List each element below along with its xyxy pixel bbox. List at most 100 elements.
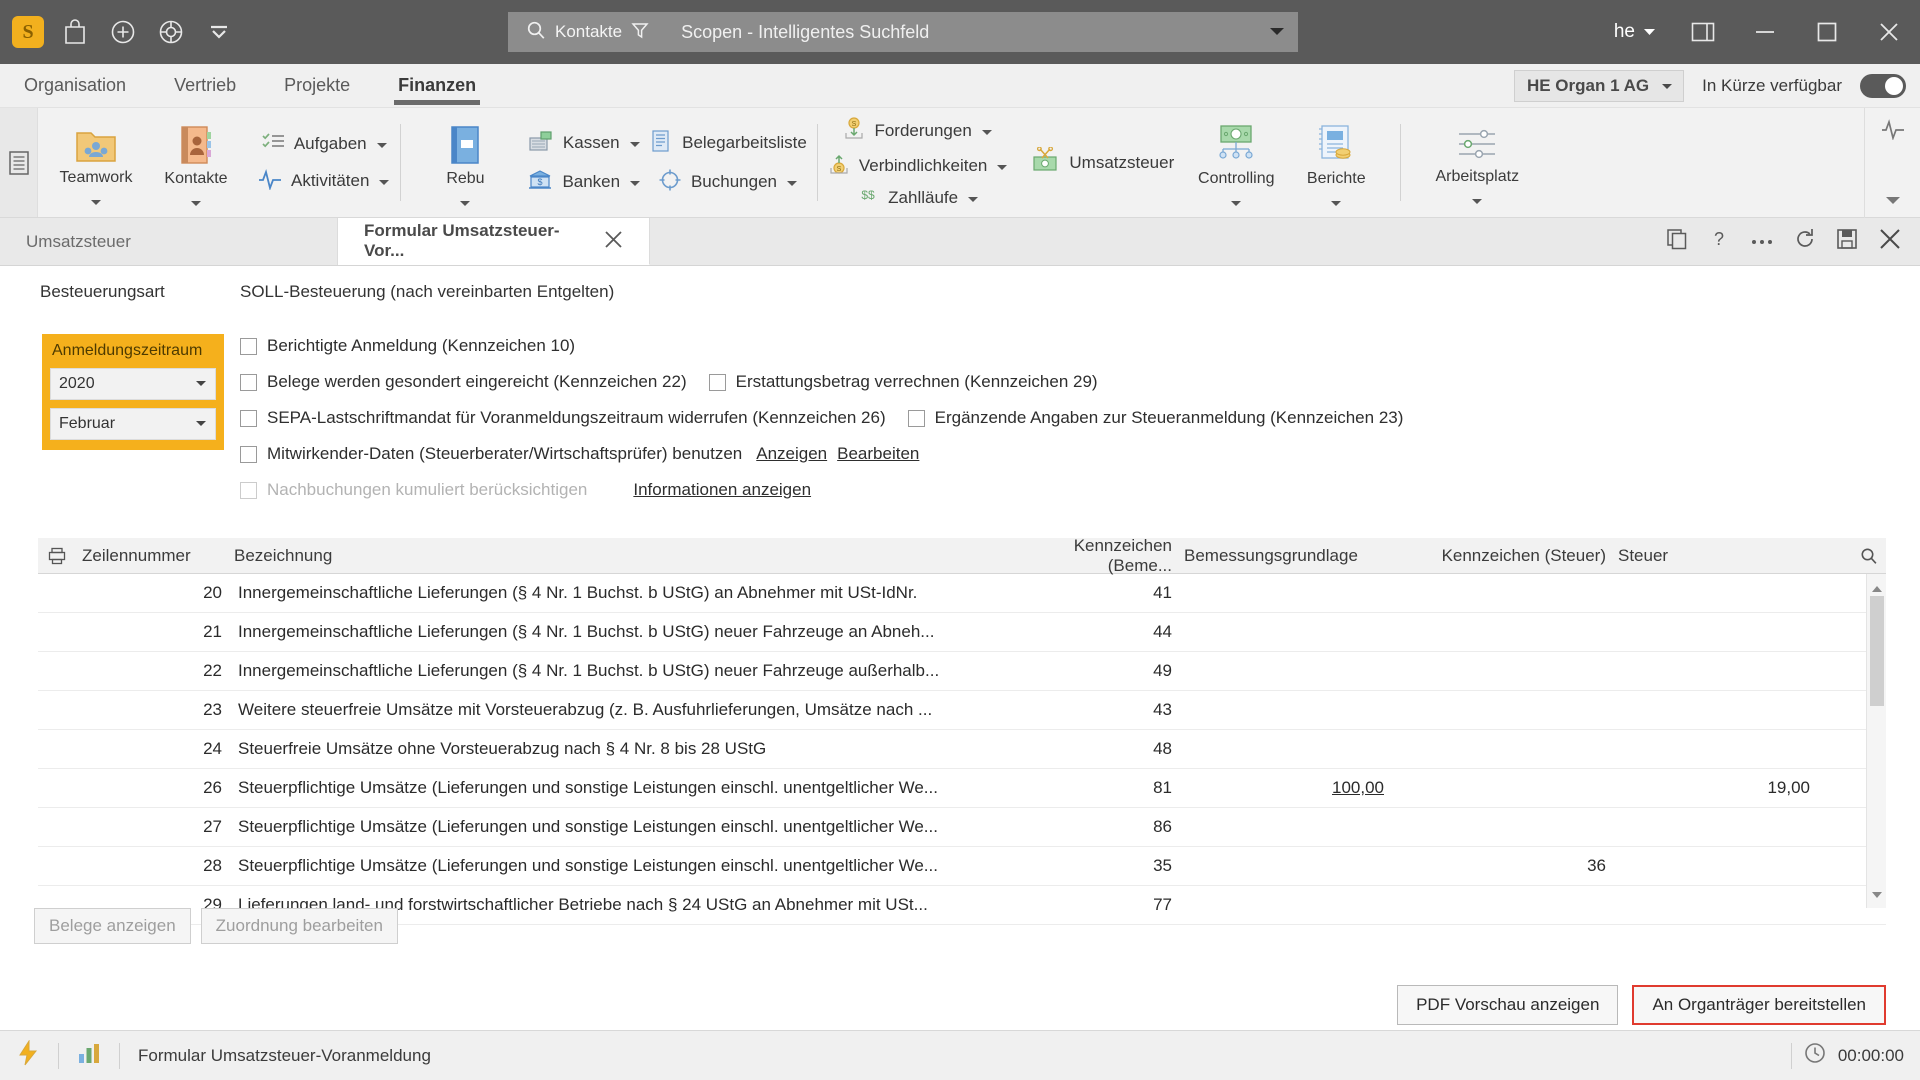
checkbox-erstattungsbetrag-verrechnen[interactable] (708, 373, 726, 391)
chevron-down-icon[interactable] (1330, 192, 1342, 212)
chevron-down-icon[interactable] (786, 172, 798, 192)
chevron-down-icon[interactable] (1471, 190, 1483, 210)
ribbon-item-aktivitaeten[interactable]: Aktivitäten (258, 168, 390, 195)
chevron-down-icon[interactable] (459, 192, 471, 212)
lightning-icon[interactable] (16, 1039, 40, 1071)
column-header-kennzeichen-bemessung[interactable]: Kennzeichen (Beme... (1006, 536, 1178, 576)
ribbon-item-aufgaben[interactable]: Aufgaben (261, 131, 388, 158)
table-row[interactable]: 26 Steuerpflichtige Umsätze (Lieferungen… (38, 769, 1886, 808)
menu-item-projekte[interactable]: Projekte (278, 63, 356, 107)
link-bearbeiten[interactable]: Bearbeiten (837, 444, 919, 464)
global-search-field[interactable]: Kontakte Scopen - Intelligentes Suchfeld (508, 12, 1298, 52)
table-row[interactable]: 23 Weitere steuerfreie Umsätze mit Vorst… (38, 691, 1886, 730)
close-icon[interactable] (1858, 0, 1920, 64)
chevron-down-icon[interactable] (967, 188, 979, 208)
chevron-down-icon[interactable] (190, 192, 202, 212)
scroll-up-icon[interactable] (1871, 578, 1883, 598)
ribbon-button-arbeitsplatz[interactable]: Arbeitsplatz (1417, 115, 1537, 210)
menu-item-organisation[interactable]: Organisation (18, 63, 132, 107)
bar-chart-icon[interactable] (77, 1041, 101, 1070)
table-row[interactable]: 27 Steuerpflichtige Umsätze (Lieferungen… (38, 808, 1886, 847)
cell-bemessungsgrundlage[interactable]: 100,00 (1178, 778, 1426, 798)
double-chevron-down-icon[interactable] (202, 15, 236, 49)
ribbon-button-rebu[interactable]: Rebu (417, 113, 513, 212)
checkbox-row-berichtigte-anmeldung[interactable]: Berichtigte Anmeldung (Kennzeichen 10) (240, 328, 1890, 364)
checkbox-ergaenzende-angaben[interactable] (907, 409, 925, 427)
checkbox-row-belege-gesondert[interactable]: Belege werden gesondert eingereicht (Ken… (240, 364, 1890, 400)
menu-item-vertrieb[interactable]: Vertrieb (168, 63, 242, 107)
chevron-down-icon[interactable] (90, 191, 102, 211)
link-informationen-anzeigen[interactable]: Informationen anzeigen (633, 480, 811, 500)
table-vertical-scrollbar[interactable] (1866, 574, 1886, 908)
ribbon-item-zahllaeufe[interactable]: $$ Zahlläufe (857, 186, 979, 209)
funnel-icon[interactable] (631, 21, 649, 44)
ribbon-item-banken[interactable]: $ Banken (527, 168, 641, 197)
an-organtraeger-bereitstellen-button[interactable]: An Organträger bereitstellen (1632, 985, 1886, 1025)
table-row[interactable]: 20 Innergemeinschaftliche Lieferungen (§… (38, 574, 1886, 613)
ribbon-item-buchungen[interactable]: Buchungen (658, 168, 798, 197)
copy-icon[interactable] (1666, 228, 1688, 255)
search-input-placeholder[interactable]: Scopen - Intelligentes Suchfeld (681, 22, 929, 43)
belege-anzeigen-button[interactable]: Belege anzeigen (34, 908, 191, 944)
search-chevron-down-icon[interactable] (1256, 12, 1298, 52)
tab-formular-umsatzsteuer-voranmeldung[interactable]: Formular Umsatzsteuer-Vor... (338, 218, 650, 265)
table-row[interactable]: 24 Steuerfreie Umsätze ohne Vorsteuerabz… (38, 730, 1886, 769)
table-row[interactable]: 28 Steuerpflichtige Umsätze (Lieferungen… (38, 847, 1886, 886)
chevron-down-icon[interactable] (376, 134, 388, 154)
checkbox-berichtigte-anmeldung[interactable] (240, 337, 257, 355)
save-icon[interactable] (1836, 228, 1858, 255)
maximize-icon[interactable] (1796, 0, 1858, 64)
checkbox-row-sepa-lastschriftmandat[interactable]: SEPA-Lastschriftmandat für Voranmeldungs… (240, 400, 1890, 436)
checkbox-row-ergaenzende-angaben[interactable]: Ergänzende Angaben zur Steueranmeldung (… (907, 408, 1403, 428)
ribbon-item-verbindlichkeiten[interactable]: S Verbindlichkeiten (828, 151, 1009, 180)
checkbox-row-mitwirkender-daten[interactable]: Mitwirkender-Daten (Steuerberater/Wirtsc… (240, 436, 1890, 472)
ribbon-button-berichte[interactable]: Berichte (1288, 113, 1384, 212)
bag-icon[interactable] (58, 15, 92, 49)
chevron-down-icon[interactable] (629, 133, 641, 153)
column-header-zeilennummer[interactable]: Zeilennummer (76, 546, 228, 566)
plus-circle-icon[interactable] (106, 15, 140, 49)
checkbox-belege-gesondert-eingereicht[interactable] (240, 373, 257, 391)
ribbon-item-belegarbeitsliste[interactable]: Belegarbeitsliste (649, 129, 807, 158)
chevron-down-icon[interactable] (981, 121, 993, 141)
checkbox-row-erstattungsbetrag[interactable]: Erstattungsbetrag verrechnen (Kennzeiche… (708, 372, 1098, 392)
checkbox-mitwirkender-daten-benutzen[interactable] (240, 445, 257, 463)
refresh-icon[interactable] (1794, 228, 1816, 255)
column-header-bezeichnung[interactable]: Bezeichnung (228, 546, 1006, 566)
chevron-down-icon[interactable] (378, 171, 390, 191)
ribbon-item-kassen[interactable]: Kassen (528, 129, 641, 158)
chevron-down-icon[interactable] (1230, 192, 1242, 212)
availability-toggle[interactable] (1860, 74, 1906, 98)
tab-umsatzsteuer[interactable]: Umsatzsteuer (0, 218, 338, 265)
pdf-vorschau-anzeigen-button[interactable]: PDF Vorschau anzeigen (1397, 985, 1619, 1025)
year-select[interactable]: 2020 (50, 368, 216, 400)
activity-pulse-icon[interactable] (1881, 118, 1905, 145)
ribbon-button-teamwork[interactable]: Teamwork (48, 114, 144, 211)
more-dots-icon[interactable] (1750, 232, 1774, 252)
search-icon[interactable] (1852, 547, 1886, 565)
ribbon-button-kontakte[interactable]: Kontakte (148, 113, 244, 212)
restore-panel-icon[interactable] (1672, 0, 1734, 64)
minimize-icon[interactable] (1734, 0, 1796, 64)
table-row[interactable]: 22 Innergemeinschaftliche Lieferungen (§… (38, 652, 1886, 691)
table-row[interactable]: 21 Innergemeinschaftliche Lieferungen (§… (38, 613, 1886, 652)
column-header-kennzeichen-steuer[interactable]: Kennzeichen (Steuer) (1426, 546, 1612, 566)
chevron-down-icon[interactable] (629, 172, 641, 192)
month-select[interactable]: Februar (50, 408, 216, 440)
help-icon[interactable]: ? (1708, 228, 1730, 255)
zuordnung-bearbeiten-button[interactable]: Zuordnung bearbeiten (200, 908, 398, 944)
ribbon-button-controlling[interactable]: Controlling (1188, 113, 1284, 212)
chevron-down-icon[interactable] (996, 156, 1008, 176)
menu-item-finanzen[interactable]: Finanzen (392, 63, 482, 107)
user-menu[interactable]: he (1598, 21, 1672, 43)
close-icon[interactable] (1878, 227, 1902, 256)
ribbon-item-forderungen[interactable]: S Forderungen (843, 116, 992, 145)
scroll-down-icon[interactable] (1871, 884, 1883, 904)
organisation-selector[interactable]: HE Organ 1 AG (1513, 70, 1685, 102)
ribbon-item-umsatzsteuer[interactable]: Umsatzsteuer (1032, 146, 1174, 178)
lifebuoy-icon[interactable] (154, 15, 188, 49)
column-header-steuer[interactable]: Steuer (1612, 546, 1852, 566)
ribbon-panel-toggle[interactable] (0, 108, 38, 217)
column-header-bemessungsgrundlage[interactable]: Bemessungsgrundlage (1178, 546, 1426, 566)
printer-icon[interactable] (38, 547, 76, 565)
